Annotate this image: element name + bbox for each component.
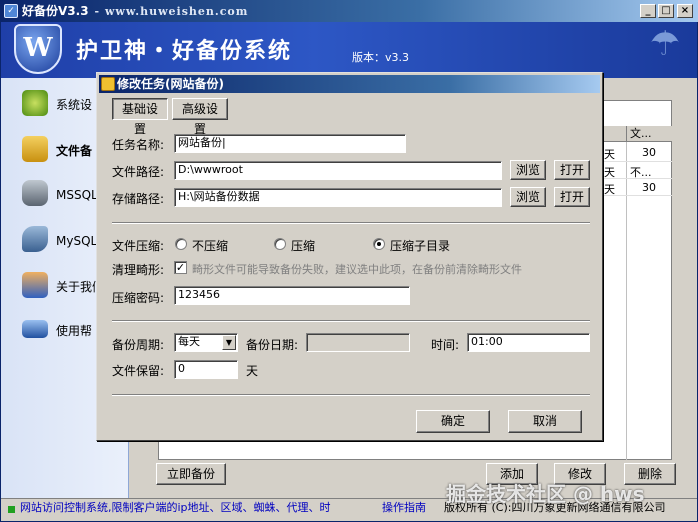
book-icon [22, 320, 48, 338]
gear-icon [22, 90, 48, 116]
file-path-label: 文件路径: [112, 165, 165, 179]
storage-path-input[interactable]: H:\网站备份数据 [174, 188, 502, 207]
table-cell: 30 [642, 146, 656, 159]
divider [112, 222, 590, 224]
chevron-down-icon[interactable]: ▼ [222, 335, 236, 350]
umbrella-icon: ☂ [649, 24, 681, 64]
status-indicator-icon [8, 506, 15, 513]
zip-password-input[interactable]: 123456 [174, 286, 410, 305]
app-icon: ✓ [4, 4, 18, 18]
file-path-open-button[interactable]: 打开 [554, 160, 590, 180]
backup-date-label: 备份日期: [246, 338, 299, 352]
users-icon [22, 272, 48, 298]
storage-path-label: 存储路径: [112, 192, 165, 206]
task-name-label: 任务名称: [112, 138, 165, 152]
window-title-url: - www.huweishen.com [94, 5, 249, 18]
row-divider [604, 178, 672, 179]
minimize-button[interactable]: _ [640, 4, 656, 18]
window-title: 好备份V3.3 [22, 4, 89, 18]
radio-compress-subdir-label[interactable]: 压缩子目录 [390, 237, 450, 254]
backup-time-label: 时间: [431, 338, 460, 352]
file-path-browse-button[interactable]: 浏览 [510, 160, 546, 180]
backup-cycle-value: 每天 [178, 335, 200, 348]
close-button[interactable]: × [677, 4, 693, 18]
backup-time-input[interactable]: 01:00 [467, 333, 590, 352]
clean-deformed-label: 清理畸形: [112, 263, 165, 277]
divider [112, 394, 590, 396]
retention-input[interactable]: 0 [174, 360, 238, 379]
row-divider [604, 195, 672, 196]
divider [112, 320, 590, 322]
maximize-button[interactable]: □ [658, 4, 674, 18]
backup-now-button[interactable]: 立即备份 [156, 463, 226, 485]
window-titlebar[interactable]: 好备份V3.3 - www.huweishen.com [0, 0, 698, 22]
radio-no-compress[interactable] [175, 238, 187, 250]
ok-button[interactable]: 确定 [416, 410, 490, 433]
radio-compress[interactable] [274, 238, 286, 250]
cancel-button[interactable]: 取消 [508, 410, 582, 433]
table-cell: 30 [642, 181, 656, 194]
table-header-cell[interactable]: 文... [626, 126, 672, 142]
retention-unit: 天 [246, 364, 259, 378]
edit-task-dialog [96, 72, 603, 441]
backup-cycle-select[interactable]: 每天 ▼ [174, 333, 238, 352]
tab-basic-settings[interactable]: 基础设置 [112, 98, 168, 136]
sidebar-item-label: 文件备 [56, 144, 93, 158]
watermark: 掘金技术社区 @ hws [446, 482, 645, 506]
backup-date-input[interactable] [306, 333, 410, 352]
guide-link[interactable]: 操作指南 [382, 500, 426, 516]
sidebar-item-label: 使用帮 [56, 324, 93, 338]
app-version: 版本：v3.3 [352, 51, 410, 64]
radio-compress-subdir[interactable] [373, 238, 385, 250]
dolphin-icon [22, 226, 48, 252]
clean-deformed-checkbox[interactable]: ✓ [174, 261, 187, 274]
task-name-input[interactable]: 网站备份| [174, 134, 406, 153]
radio-no-compress-label[interactable]: 不压缩 [192, 237, 228, 254]
tab-advanced-settings[interactable]: 高级设置 [172, 98, 228, 136]
status-marquee[interactable]: 网站访问控制系统,限制客户端的ip地址、区域、蜘蛛、代理、时 [20, 500, 331, 516]
retention-label: 文件保留: [112, 364, 165, 378]
storage-path-browse-button[interactable]: 浏览 [510, 187, 546, 207]
app-name: 护卫神・好备份系统 [76, 39, 293, 64]
folder-arrow-icon [22, 136, 48, 162]
row-divider [604, 161, 672, 162]
storage-path-open-button[interactable]: 打开 [554, 187, 590, 207]
table-cell: 天 [604, 148, 615, 161]
shield-logo-icon: W [14, 24, 62, 74]
compression-label: 文件压缩: [112, 239, 165, 253]
column-divider [626, 142, 627, 460]
backup-cycle-label: 备份周期: [112, 338, 165, 352]
sidebar-item-label: 系统设 [56, 98, 93, 112]
dialog-title[interactable]: 修改任务(网站备份) [99, 75, 600, 93]
dialog-icon [101, 77, 115, 91]
zip-password-label: 压缩密码: [112, 291, 165, 305]
clean-deformed-text: 畸形文件可能导致备份失败，建议选中此项，在备份前清除畸形文件 [192, 263, 522, 276]
database-icon [22, 180, 48, 206]
radio-compress-label[interactable]: 压缩 [291, 237, 315, 254]
file-path-input[interactable]: D:\wwwroot [174, 161, 502, 180]
radio-selected-dot [377, 242, 381, 246]
